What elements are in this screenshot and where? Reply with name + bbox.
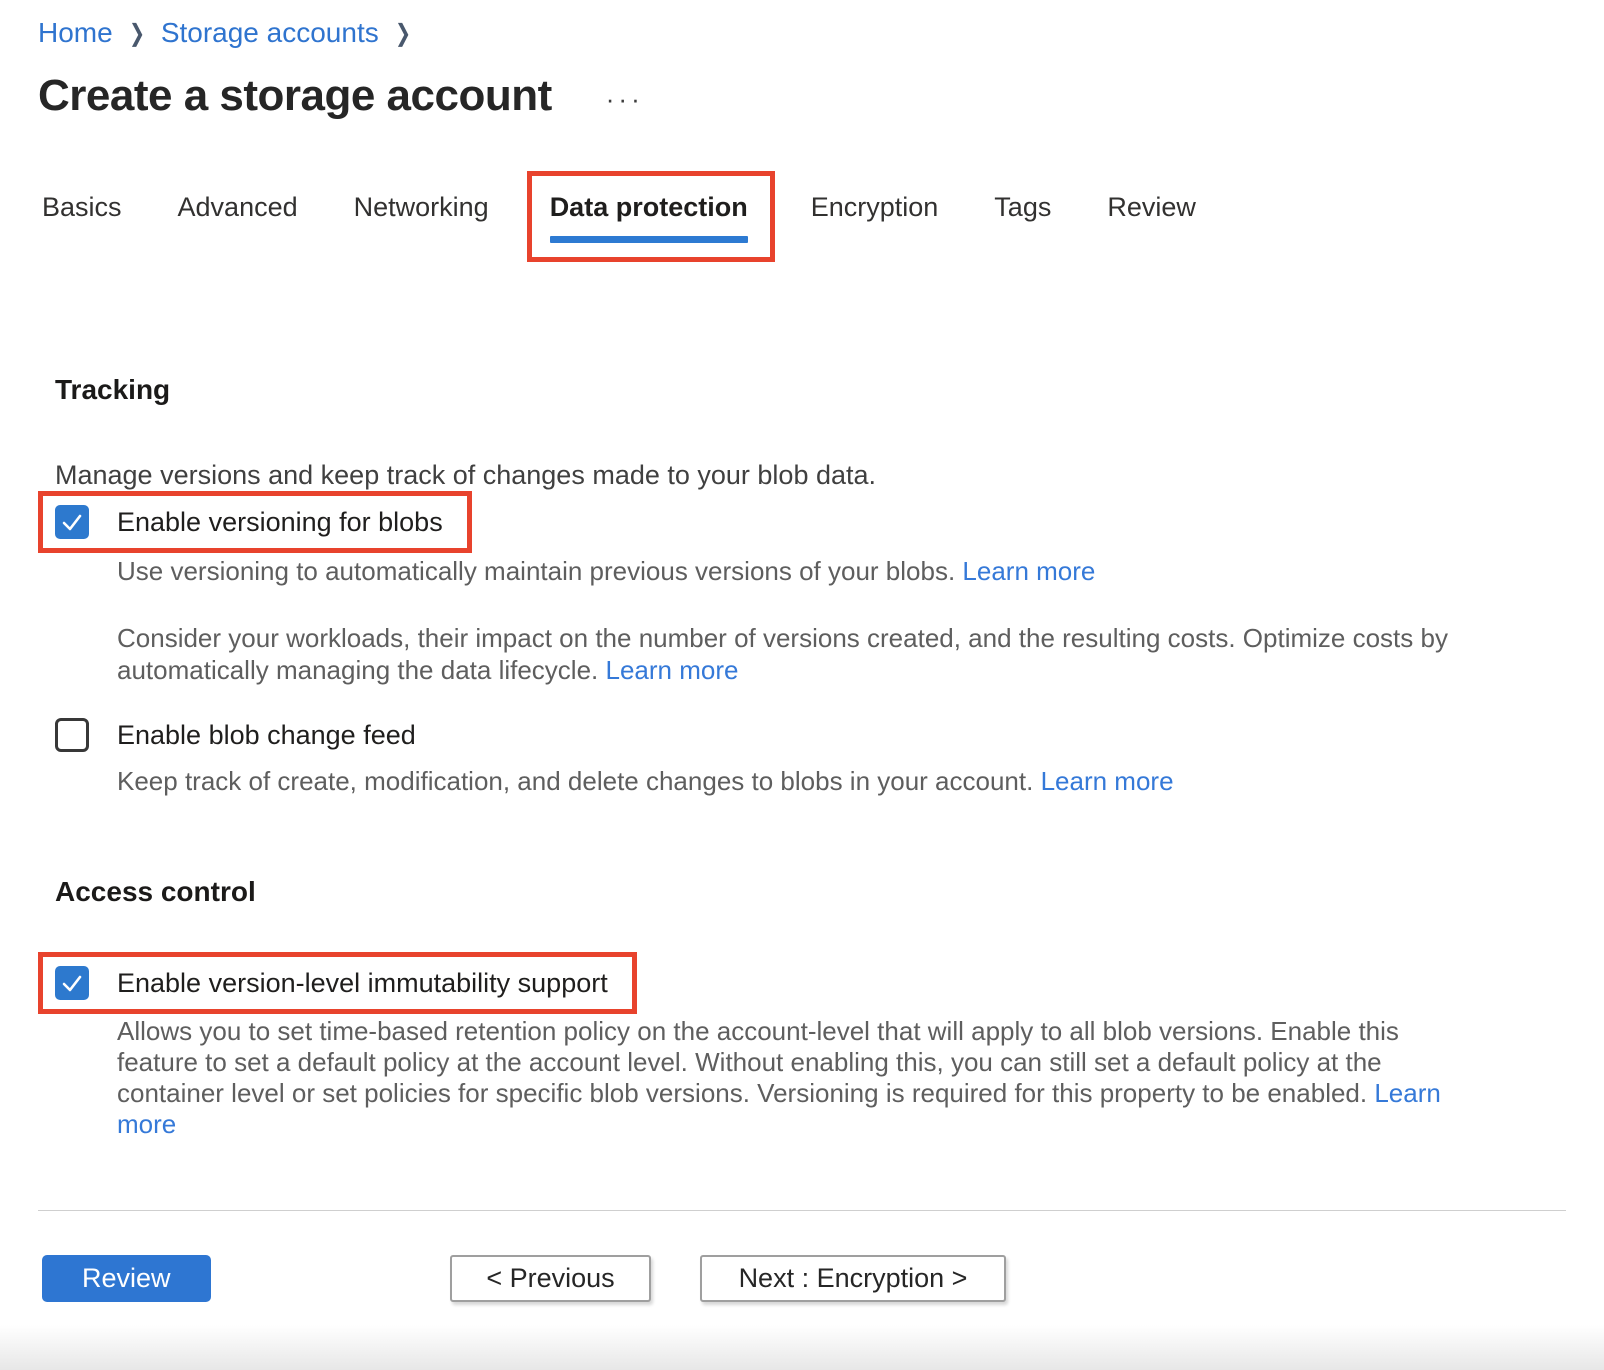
change-feed-row: Enable blob change feed: [55, 718, 1604, 752]
versioning-cost-note-text: Consider your workloads, their impact on…: [117, 623, 1448, 685]
annotation-box-data-protection-tab: Data protection: [527, 171, 775, 262]
versioning-learn-more-link[interactable]: Learn more: [962, 556, 1095, 586]
tracking-section-intro: Manage versions and keep track of change…: [55, 460, 1604, 491]
checkmark-icon: [60, 971, 84, 995]
tab-encryption[interactable]: Encryption: [811, 171, 939, 223]
access-control-section-heading: Access control: [55, 876, 1604, 908]
annotation-box-immutability: Enable version-level immutability suppor…: [38, 952, 637, 1014]
tracking-section-heading: Tracking: [55, 374, 1604, 406]
versioning-description-text: Use versioning to automatically maintain…: [117, 556, 955, 586]
chevron-right-icon: ❯: [129, 19, 145, 48]
checkmark-icon: [60, 510, 84, 534]
tab-tags[interactable]: Tags: [994, 171, 1051, 223]
breadcrumb-home[interactable]: Home: [38, 17, 113, 49]
footer-actions: Review < Previous Next : Encryption >: [0, 1255, 1604, 1305]
enable-change-feed-label: Enable blob change feed: [117, 720, 416, 751]
previous-button[interactable]: < Previous: [450, 1255, 651, 1302]
chevron-right-icon: ❯: [395, 19, 411, 48]
enable-immutability-label: Enable version-level immutability suppor…: [117, 968, 608, 999]
enable-change-feed-checkbox[interactable]: [55, 718, 89, 752]
bottom-edge-gradient: [0, 1325, 1604, 1370]
immutability-description: Allows you to set time-based retention p…: [117, 1016, 1457, 1140]
immutability-description-text: Allows you to set time-based retention p…: [117, 1016, 1399, 1108]
enable-versioning-checkbox[interactable]: [55, 505, 89, 539]
versioning-cost-note: Consider your workloads, their impact on…: [117, 622, 1467, 686]
tab-networking[interactable]: Networking: [354, 171, 489, 223]
lifecycle-learn-more-link[interactable]: Learn more: [606, 655, 739, 685]
breadcrumb-storage-accounts[interactable]: Storage accounts: [161, 17, 379, 49]
next-encryption-button[interactable]: Next : Encryption >: [700, 1255, 1006, 1302]
review-button[interactable]: Review: [42, 1255, 211, 1302]
more-options-ellipsis-icon[interactable]: ···: [606, 84, 644, 115]
annotation-box-enable-versioning: Enable versioning for blobs: [38, 491, 472, 553]
breadcrumb: Home ❯ Storage accounts ❯: [0, 0, 1604, 49]
enable-versioning-label: Enable versioning for blobs: [117, 507, 443, 538]
change-feed-description-text: Keep track of create, modification, and …: [117, 766, 1033, 796]
page-header: Create a storage account ···: [38, 71, 1604, 121]
tab-advanced[interactable]: Advanced: [178, 171, 298, 223]
change-feed-learn-more-link[interactable]: Learn more: [1041, 766, 1174, 796]
page-title: Create a storage account: [38, 71, 552, 121]
change-feed-description: Keep track of create, modification, and …: [117, 766, 1604, 796]
active-tab-underline: [550, 236, 748, 243]
enable-immutability-checkbox[interactable]: [55, 966, 89, 1000]
footer-divider: [38, 1210, 1566, 1211]
tab-review[interactable]: Review: [1107, 171, 1196, 223]
tab-basics[interactable]: Basics: [42, 171, 122, 223]
tab-bar: Basics Advanced Networking Data protecti…: [42, 171, 1604, 262]
tab-data-protection[interactable]: Data protection: [550, 192, 748, 222]
versioning-description: Use versioning to automatically maintain…: [117, 556, 1604, 586]
